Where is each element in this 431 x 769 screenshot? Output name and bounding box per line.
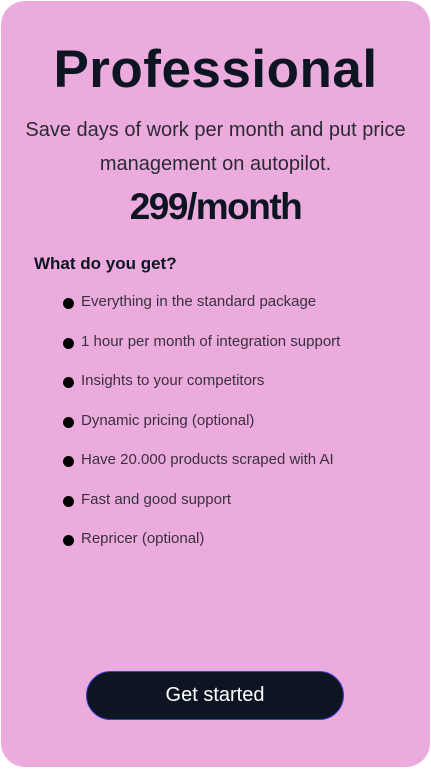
plan-price: 299/month xyxy=(129,186,303,227)
feature-item: 1 hour per month of integration support xyxy=(63,333,340,373)
features-heading: What do you get? xyxy=(34,254,177,273)
feature-label: Fast and good support xyxy=(81,490,232,508)
feature-list: Everything in the standard package 1 hou… xyxy=(63,293,340,570)
bullet-icon xyxy=(63,377,74,388)
feature-item: Have 20.000 products scraped with AI xyxy=(63,451,340,491)
feature-label: 1 hour per month of integration support xyxy=(81,332,341,350)
feature-label: Dynamic pricing (optional) xyxy=(81,411,255,429)
feature-item: Fast and good support xyxy=(63,491,340,531)
feature-label: Repricer (optional) xyxy=(81,530,205,547)
bullet-icon xyxy=(63,298,74,309)
pricing-card: Professional Save days of work per month… xyxy=(1,1,430,767)
feature-item: Insights to your competitors xyxy=(63,372,340,412)
feature-label: Have 20.000 products scraped with AI xyxy=(81,451,334,468)
feature-label: Insights to your competitors xyxy=(81,372,265,389)
plan-subtitle: Save days of work per month and put pric… xyxy=(25,119,406,175)
bullet-icon xyxy=(63,456,74,467)
feature-item: Dynamic pricing (optional) xyxy=(63,412,340,452)
bullet-icon xyxy=(63,495,74,507)
bullet-icon xyxy=(63,416,74,428)
get-started-button[interactable]: Get started xyxy=(86,671,344,720)
bullet-icon xyxy=(63,535,74,546)
plan-title: Professional xyxy=(53,40,378,99)
feature-item: Repricer (optional) xyxy=(63,530,340,570)
bullet-icon xyxy=(63,337,74,349)
feature-label: Everything in the standard package xyxy=(81,293,317,310)
feature-item: Everything in the standard package xyxy=(63,293,340,333)
